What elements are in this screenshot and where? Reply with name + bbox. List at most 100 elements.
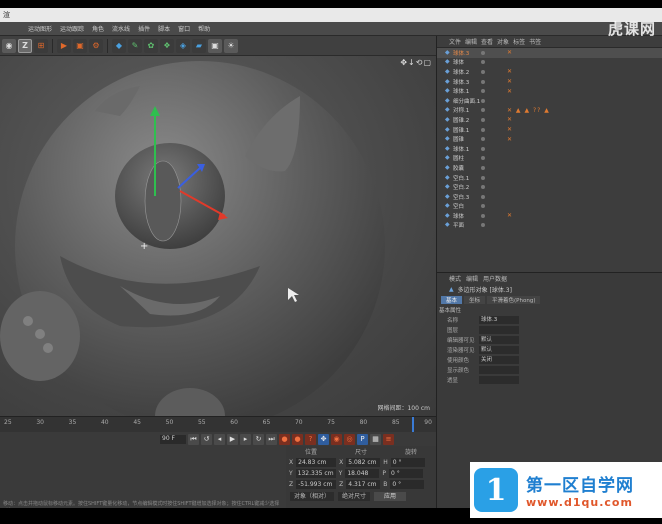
keyframe-selection-icon[interactable]: ? xyxy=(305,433,316,445)
move-key-icon[interactable]: ✥ xyxy=(318,433,329,445)
rotation-p-field[interactable]: 0 ° xyxy=(388,469,423,478)
object-row[interactable]: ◆ 空白.1 xyxy=(437,173,662,183)
visibility-dot-icon[interactable] xyxy=(481,213,485,218)
object-row[interactable]: ◆ 胶囊 xyxy=(437,163,662,173)
attribute-value-field[interactable]: 关闭 xyxy=(479,356,519,364)
object-row[interactable]: ◆ 圆锥.2 ✕ xyxy=(437,115,662,125)
visibility-dot-icon[interactable] xyxy=(481,156,485,161)
pen-spline-icon[interactable]: ✎ xyxy=(128,38,142,53)
visibility-dot-icon[interactable] xyxy=(481,50,485,55)
attribute-value-field[interactable]: 球体.3 xyxy=(479,316,519,324)
object-name[interactable]: 球体.1 xyxy=(453,87,469,95)
record-icon[interactable]: ● xyxy=(279,433,290,445)
playhead[interactable] xyxy=(412,417,414,433)
om-menu-tags[interactable]: 标签 xyxy=(513,37,525,46)
object-row[interactable]: ◆ 球体.1 ✕ xyxy=(437,86,662,96)
position-z-field[interactable]: -51.993 cm xyxy=(296,480,337,489)
timeline-menu-icon[interactable]: ≡ xyxy=(383,433,394,445)
camera-icon[interactable]: ▣ xyxy=(208,38,222,53)
go-to-end-icon[interactable]: ⏭ xyxy=(266,433,277,445)
om-menu-edit[interactable]: 编辑 xyxy=(465,37,477,46)
object-name[interactable]: 球体 xyxy=(453,58,464,66)
object-row[interactable]: ◆ 球体.2 ✕ xyxy=(437,67,662,77)
menu-item[interactable]: 运动图形 xyxy=(24,24,56,33)
visibility-dot-icon[interactable] xyxy=(481,89,485,94)
next-frame-icon[interactable]: ▸ xyxy=(240,433,251,445)
visibility-dot-icon[interactable] xyxy=(481,98,485,103)
coord-mode-select[interactable]: 对象（相对） xyxy=(290,492,335,501)
attribute-value-field[interactable] xyxy=(479,376,519,384)
go-to-start-icon[interactable]: ⏮ xyxy=(188,433,199,445)
prev-frame-icon[interactable]: ◂ xyxy=(214,433,225,445)
apply-button[interactable]: 应用 xyxy=(374,492,407,501)
rotation-b-field[interactable]: 0 ° xyxy=(390,480,425,489)
position-y-field[interactable]: 132.335 cm xyxy=(295,469,336,478)
autokey-icon[interactable]: ● xyxy=(292,433,303,445)
object-name[interactable]: 空白.1 xyxy=(453,174,469,182)
object-name[interactable]: 圆锥 xyxy=(453,135,464,143)
object-name[interactable]: 球体.2 xyxy=(453,68,469,76)
om-menu-file[interactable]: 文件 xyxy=(449,37,461,46)
undo-icon[interactable]: ◉ xyxy=(2,38,16,53)
object-name[interactable]: 圆锥.2 xyxy=(453,116,469,124)
om-menu-objects[interactable]: 对象 xyxy=(497,37,509,46)
attribute-value-field[interactable] xyxy=(479,366,519,374)
floor-icon[interactable]: ▰ xyxy=(192,38,206,53)
render-settings-icon[interactable]: ⚙ xyxy=(89,38,103,53)
object-name[interactable]: 平面 xyxy=(453,221,464,229)
menu-item[interactable]: 窗口 xyxy=(174,24,194,33)
timeline-ruler[interactable]: 25 30 35 40 45 50 55 60 65 70 75 80 85 9… xyxy=(0,416,436,433)
render-view-icon[interactable]: ▶ xyxy=(57,38,71,53)
object-row[interactable]: ◆ 球体.3 ✕ xyxy=(437,77,662,87)
object-name[interactable]: 胶囊 xyxy=(453,164,464,172)
3d-viewport[interactable]: + ✥↓⟲▢ 网格间距：100 cm xyxy=(0,56,436,416)
object-tags[interactable]: ✕ xyxy=(507,136,513,143)
om-menu-view[interactable]: 查看 xyxy=(481,37,493,46)
light-icon[interactable]: ☀ xyxy=(224,38,238,53)
position-x-field[interactable]: 24.83 cm xyxy=(296,458,337,467)
array-icon[interactable]: ❖ xyxy=(160,38,174,53)
size-z-field[interactable]: 4.317 cm xyxy=(346,480,381,489)
object-row[interactable]: ◆ 圆锥.1 ✕ xyxy=(437,125,662,135)
visibility-dot-icon[interactable] xyxy=(481,79,485,84)
next-key-icon[interactable]: ↻ xyxy=(253,433,264,445)
end-frame-field[interactable]: 90 F xyxy=(160,434,186,444)
object-row[interactable]: ◆ 圆锥 ✕ xyxy=(437,134,662,144)
object-name[interactable]: 空白.2 xyxy=(453,183,469,191)
visibility-dot-icon[interactable] xyxy=(481,185,485,190)
visibility-dot-icon[interactable] xyxy=(481,137,485,142)
menu-item[interactable]: 脚本 xyxy=(154,24,174,33)
object-tags[interactable]: ✕ xyxy=(507,212,513,219)
visibility-dot-icon[interactable] xyxy=(481,108,485,113)
coordinate-system-icon[interactable]: ⊞ xyxy=(34,38,48,53)
rotate-key-icon[interactable]: ◎ xyxy=(344,433,355,445)
prev-key-icon[interactable]: ↺ xyxy=(201,433,212,445)
param-key-icon[interactable]: P xyxy=(357,433,368,445)
object-tags[interactable]: ✕ xyxy=(507,126,513,133)
object-row[interactable]: ◆ 球体 ✕ xyxy=(437,211,662,221)
object-name[interactable]: 空白 xyxy=(453,202,464,210)
om-menu-bookmarks[interactable]: 书签 xyxy=(529,37,541,46)
z-axis-lock-button[interactable]: Z xyxy=(18,38,32,53)
subdivision-icon[interactable]: ✿ xyxy=(144,38,158,53)
object-tags[interactable]: ✕ xyxy=(507,68,513,75)
attribute-value-field[interactable]: 默认 xyxy=(479,346,519,354)
object-tags[interactable]: ✕ xyxy=(507,78,513,85)
object-row[interactable]: ◆ 对称.1 ✕ ▲ ▲ ?? ▲ xyxy=(437,106,662,116)
deformer-icon[interactable]: ◈ xyxy=(176,38,190,53)
object-row[interactable]: ◆ 球体 xyxy=(437,58,662,68)
menu-item[interactable]: 帮助 xyxy=(194,24,214,33)
cube-icon[interactable]: ◆ xyxy=(112,38,126,53)
attr-menu-userdata[interactable]: 用户数据 xyxy=(483,274,507,283)
object-name[interactable]: 圆锥.1 xyxy=(453,126,469,134)
visibility-dot-icon[interactable] xyxy=(481,175,485,180)
menu-item[interactable]: 角色 xyxy=(88,24,108,33)
attr-menu-edit[interactable]: 编辑 xyxy=(466,274,478,283)
object-name[interactable]: 对称.1 xyxy=(453,106,469,114)
attribute-value-field[interactable]: 默认 xyxy=(479,336,519,344)
tab-basic[interactable]: 基本 xyxy=(441,295,463,304)
object-name[interactable]: 球体.3 xyxy=(453,78,469,86)
object-name[interactable]: 球体.1 xyxy=(453,145,469,153)
object-row[interactable]: ◆ 空白.2 xyxy=(437,182,662,192)
point-level-icon[interactable]: ▦ xyxy=(370,433,381,445)
